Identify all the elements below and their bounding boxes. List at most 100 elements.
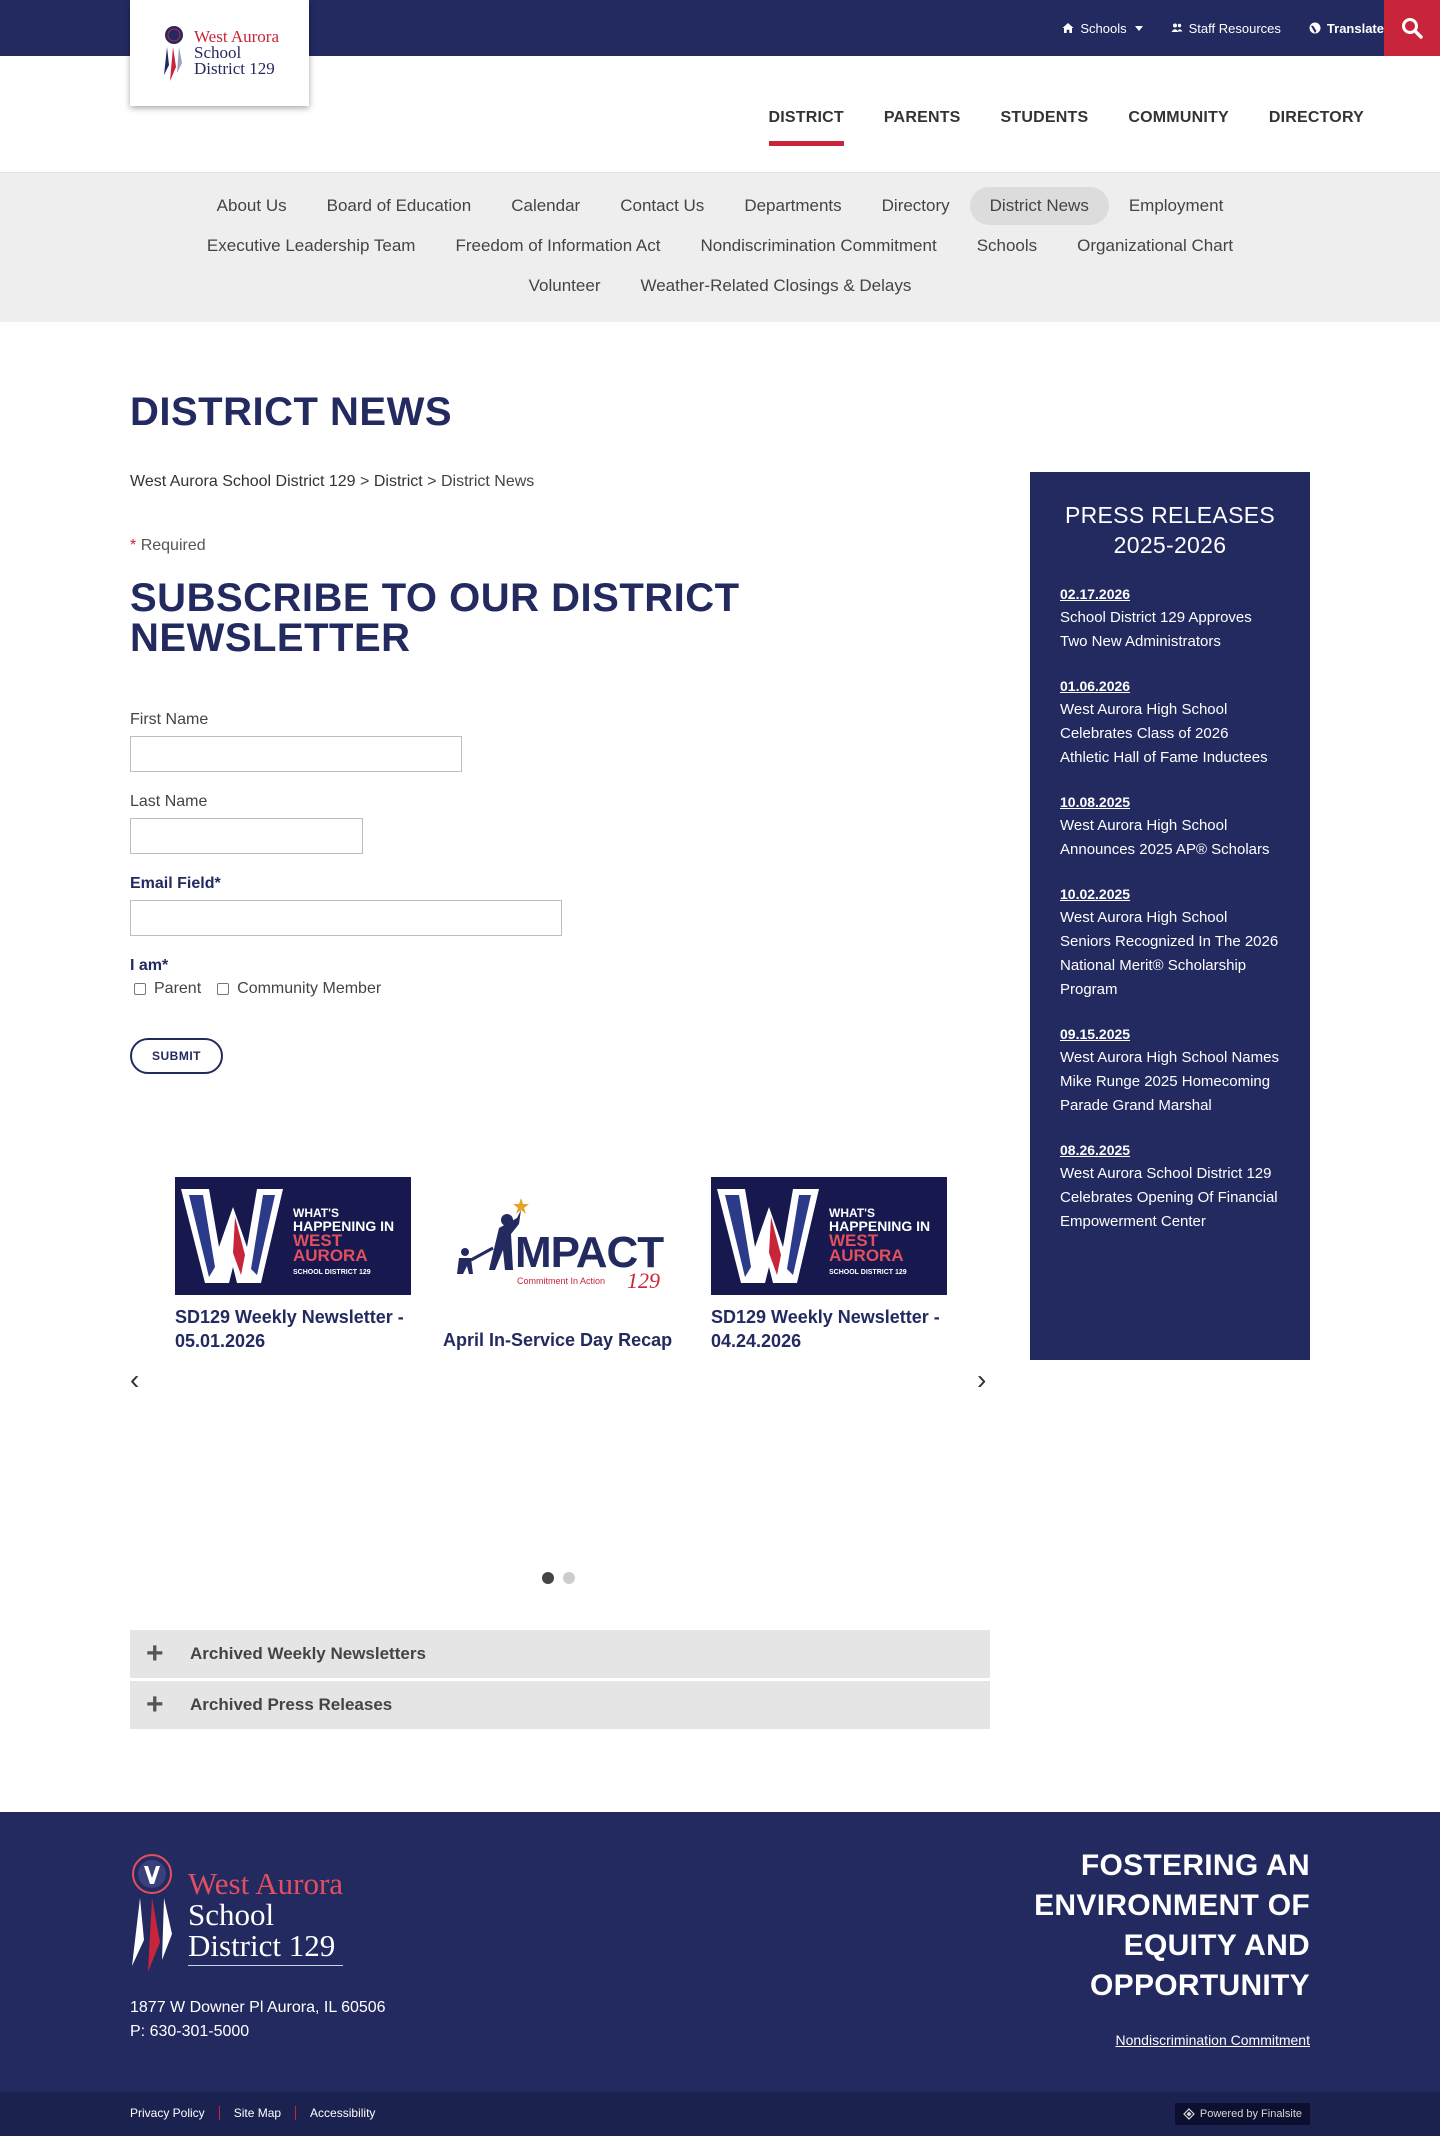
news-card-title[interactable]: SD129 Weekly Newsletter - 05.01.2026 bbox=[175, 1305, 415, 1353]
subnav-directory[interactable]: Directory bbox=[862, 187, 970, 225]
home-icon bbox=[1062, 23, 1074, 33]
press-release-date[interactable]: 02.17.2026 bbox=[1060, 582, 1280, 606]
nav-district[interactable]: DISTRICT bbox=[768, 109, 845, 146]
subnav-foia[interactable]: Freedom of Information Act bbox=[435, 227, 680, 265]
carousel-pagination bbox=[542, 1572, 575, 1584]
subnav-org-chart[interactable]: Organizational Chart bbox=[1057, 227, 1253, 265]
carousel-dot-1[interactable] bbox=[542, 1572, 554, 1584]
press-release-title[interactable]: West Aurora School District 129 Celebrat… bbox=[1060, 1162, 1280, 1234]
news-card[interactable]: WHAT'S HAPPENING IN WEST AURORA SCHOOL D… bbox=[175, 1177, 415, 1353]
subnav-executive-leadership[interactable]: Executive Leadership Team bbox=[187, 227, 436, 265]
footer-nondiscrimination-link[interactable]: Nondiscrimination Commitment bbox=[1115, 2032, 1310, 2048]
accordion-archived-newsletters[interactable]: + Archived Weekly Newsletters bbox=[130, 1630, 990, 1678]
accordion-label: Archived Weekly Newsletters bbox=[190, 1644, 426, 1663]
newsletter-thumbnail: WHAT'S HAPPENING IN WEST AURORA SCHOOL D… bbox=[175, 1177, 411, 1295]
newsletter-thumbnail: WHAT'S HAPPENING IN WEST AURORA SCHOOL D… bbox=[711, 1177, 947, 1295]
subnav-schools[interactable]: Schools bbox=[957, 227, 1057, 265]
section-subnav: About Us Board of Education Calendar Con… bbox=[0, 172, 1440, 322]
site-map-link[interactable]: Site Map bbox=[234, 2106, 281, 2120]
press-release-date[interactable]: 10.02.2025 bbox=[1060, 882, 1280, 906]
nav-community[interactable]: COMMUNITY bbox=[1128, 109, 1228, 127]
first-name-field[interactable] bbox=[130, 736, 462, 772]
subnav-weather-closings[interactable]: Weather-Related Closings & Delays bbox=[620, 267, 931, 305]
staff-resources-label: Staff Resources bbox=[1188, 20, 1281, 36]
subnav-row-3: Volunteer Weather-Related Closings & Del… bbox=[0, 267, 1440, 305]
subnav-employment[interactable]: Employment bbox=[1109, 187, 1243, 225]
accessibility-link[interactable]: Accessibility bbox=[310, 2106, 375, 2120]
news-card[interactable]: WHAT'S HAPPENING IN WEST AURORA SCHOOL D… bbox=[711, 1177, 951, 1353]
breadcrumb-home[interactable]: West Aurora School District 129 bbox=[130, 473, 356, 490]
breadcrumb-district[interactable]: District bbox=[374, 473, 423, 490]
schools-label: Schools bbox=[1080, 20, 1127, 36]
bottom-bar: Privacy Policy Site Map Accessibility Po… bbox=[0, 2092, 1440, 2136]
staff-resources-link[interactable]: Staff Resources bbox=[1171, 21, 1281, 36]
nav-directory[interactable]: DIRECTORY bbox=[1269, 109, 1364, 127]
carousel-next-button[interactable]: › bbox=[977, 1364, 986, 1396]
nav-students[interactable]: STUDENTS bbox=[1001, 109, 1089, 127]
footer-phone: P: 630-301-5000 bbox=[130, 2023, 250, 2040]
footer-logo-line-3: District 129 bbox=[188, 1928, 336, 1963]
subnav-row-1: About Us Board of Education Calendar Con… bbox=[0, 187, 1440, 225]
last-name-label: Last Name bbox=[130, 793, 208, 810]
subnav-contact-us[interactable]: Contact Us bbox=[600, 187, 724, 225]
plus-icon: + bbox=[146, 1688, 164, 1721]
translate-label: Translate bbox=[1326, 20, 1384, 36]
press-release-title[interactable]: West Aurora High School Names Mike Runge… bbox=[1060, 1046, 1280, 1118]
news-card-title[interactable]: SD129 Weekly Newsletter - 04.24.2026 bbox=[711, 1305, 951, 1353]
form-title: SUBSCRIBE TO OUR DISTRICT NEWSLETTER bbox=[130, 576, 740, 660]
district-logo[interactable]: West Aurora School District 129 bbox=[130, 0, 309, 106]
footer-logo-line-2: School bbox=[188, 1897, 275, 1932]
press-release-item: 10.02.2025 West Aurora High School Senio… bbox=[1060, 882, 1280, 1002]
accordion-archived-press-releases[interactable]: + Archived Press Releases bbox=[130, 1681, 990, 1729]
submit-button[interactable]: SUBMIT bbox=[130, 1038, 223, 1074]
press-release-title[interactable]: West Aurora High School Announces 2025 A… bbox=[1060, 814, 1280, 862]
sidebar-title-line-2: 2025-2026 bbox=[1113, 532, 1227, 558]
iam-label: I am* bbox=[130, 957, 169, 974]
press-release-item: 02.17.2026 School District 129 Approves … bbox=[1060, 582, 1280, 654]
badge-west-aurora: WEST AURORA bbox=[829, 1231, 904, 1265]
powered-by-finalsite-badge[interactable]: Powered by Finalsite bbox=[1174, 2103, 1310, 2125]
press-release-date[interactable]: 08.26.2025 bbox=[1060, 1138, 1280, 1162]
footer-logo[interactable]: West Aurora School District 129 bbox=[130, 1854, 344, 1972]
news-card[interactable]: MPACT Commitment In Action 129 April In-… bbox=[443, 1190, 683, 1352]
translate-button[interactable]: Translate bbox=[1309, 21, 1384, 36]
accordion-label: Archived Press Releases bbox=[190, 1695, 393, 1714]
parent-checkbox[interactable] bbox=[134, 983, 146, 995]
subnav-about-us[interactable]: About Us bbox=[197, 187, 307, 225]
press-release-date[interactable]: 10.08.2025 bbox=[1060, 790, 1280, 814]
press-release-title[interactable]: School District 129 Approves Two New Adm… bbox=[1060, 606, 1280, 654]
community-member-checkbox[interactable] bbox=[217, 983, 230, 995]
press-release-title[interactable]: West Aurora High School Celebrates Class… bbox=[1060, 698, 1280, 770]
search-icon bbox=[1402, 18, 1423, 39]
news-card-title[interactable]: April In-Service Day Recap bbox=[443, 1328, 683, 1352]
carousel-prev-button[interactable]: ‹ bbox=[130, 1364, 139, 1396]
community-member-option-label: Community Member bbox=[237, 980, 382, 997]
utility-links: Schools Staff Resources Translate bbox=[1034, 0, 1384, 56]
press-release-date[interactable]: 09.15.2025 bbox=[1060, 1022, 1280, 1046]
required-label: Required bbox=[140, 537, 206, 554]
parent-option-label: Parent bbox=[154, 980, 202, 997]
press-release-date[interactable]: 01.06.2026 bbox=[1060, 674, 1280, 698]
subnav-board-of-education[interactable]: Board of Education bbox=[307, 187, 492, 225]
subnav-district-news[interactable]: District News bbox=[969, 187, 1109, 225]
last-name-field[interactable] bbox=[130, 818, 363, 854]
required-star: * bbox=[130, 537, 137, 554]
schools-dropdown[interactable]: Schools bbox=[1062, 20, 1143, 36]
site-footer: West Aurora School District 129 1877 W D… bbox=[0, 1812, 1440, 2092]
subnav-departments[interactable]: Departments bbox=[724, 187, 861, 225]
search-button[interactable] bbox=[1384, 0, 1440, 56]
footer-logo-wordmark: West Aurora School District 129 bbox=[188, 1868, 344, 1966]
carousel-dot-2[interactable] bbox=[563, 1572, 575, 1584]
press-release-title[interactable]: West Aurora High School Seniors Recogniz… bbox=[1060, 906, 1280, 1002]
logo-line-3: District 129 bbox=[193, 59, 275, 78]
privacy-policy-link[interactable]: Privacy Policy bbox=[130, 2106, 205, 2120]
subnav-calendar[interactable]: Calendar bbox=[491, 187, 600, 225]
logo-wordmark: West Aurora School District 129 bbox=[193, 28, 279, 78]
email-field[interactable] bbox=[130, 900, 562, 936]
press-release-item: 01.06.2026 West Aurora High School Celeb… bbox=[1060, 674, 1280, 770]
subnav-nondiscrimination[interactable]: Nondiscrimination Commitment bbox=[681, 227, 957, 265]
subnav-volunteer[interactable]: Volunteer bbox=[509, 267, 621, 305]
footer-links: Privacy Policy Site Map Accessibility bbox=[130, 2106, 375, 2120]
nav-parents[interactable]: PARENTS bbox=[884, 109, 961, 127]
powered-by-label: Powered by Finalsite bbox=[1199, 2108, 1302, 2120]
